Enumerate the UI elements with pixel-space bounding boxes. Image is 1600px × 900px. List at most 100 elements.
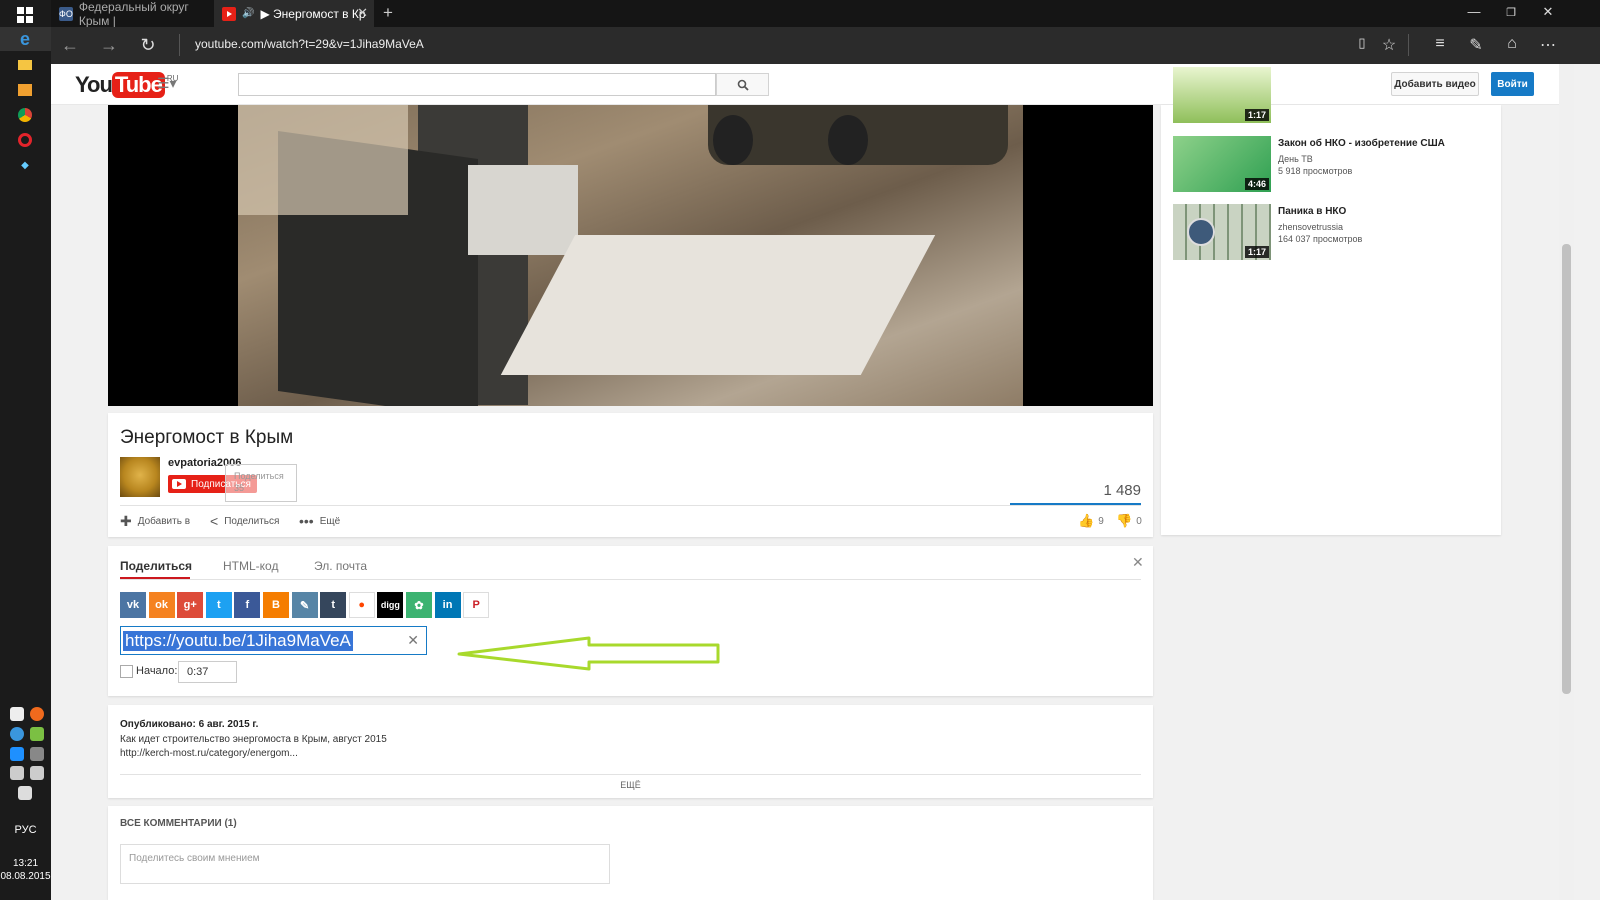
add-to-button[interactable]: ✚ Добавить в (120, 513, 190, 530)
reddit-share-button[interactable]: ● (348, 592, 375, 618)
volume-icon[interactable] (30, 766, 44, 780)
digg-share-button[interactable]: digg (377, 592, 404, 618)
login-button[interactable]: Войти (1491, 72, 1534, 96)
linkedin-share-button[interactable]: in (434, 592, 461, 618)
app-icon[interactable]: ◆ (15, 155, 35, 175)
related-video-channel[interactable]: День ТВ (1278, 154, 1313, 164)
annotation-arrow-icon (457, 636, 720, 671)
digg-icon: digg (380, 600, 400, 610)
share-icon[interactable]: ⌂ (1501, 35, 1523, 53)
edge-browser-icon[interactable]: e (15, 29, 35, 49)
hub-icon[interactable]: ≡ (1429, 35, 1451, 53)
view-count: 1 489 (1103, 482, 1141, 499)
update-icon[interactable] (30, 707, 44, 721)
description-card: Опубликовано: 6 авг. 2015 г. Как идет ст… (108, 705, 1153, 798)
more-icon[interactable]: ⋯ (1537, 35, 1559, 55)
onedrive-icon[interactable] (10, 707, 24, 721)
blogger-share-button[interactable]: B (262, 592, 289, 618)
tooltip-count: 35 (234, 483, 245, 493)
published-date: Опубликовано: 6 авг. 2015 г. (120, 719, 259, 730)
share-url-input[interactable]: https://youtu.be/1Jiha9MaVeA ✕ (120, 626, 427, 655)
minimize-icon[interactable]: — (1464, 4, 1484, 19)
share-button[interactable]: < Поделиться (210, 513, 279, 529)
web-note-icon[interactable]: ✎ (1465, 35, 1487, 55)
tab-federal-district[interactable]: ФО Федеральный округ Крым | (51, 0, 213, 28)
url-field[interactable]: youtube.com/watch?t=29&v=1Jiha9MaVeA (195, 37, 424, 51)
tab-embed[interactable]: HTML-код (223, 559, 278, 573)
display-icon[interactable] (10, 766, 24, 780)
video-duration: 1:17 (1244, 246, 1269, 258)
bluetooth-icon[interactable] (10, 747, 24, 761)
thumbs-up-icon: 👍 (1078, 513, 1095, 528)
chrome-icon[interactable] (15, 105, 35, 125)
clock-time: 13:21 (12, 858, 39, 869)
restore-icon[interactable]: ❐ (1501, 6, 1521, 19)
page-scrollbar[interactable] (1559, 64, 1574, 900)
forward-icon[interactable]: → (98, 35, 120, 56)
start-time-label: Начало: (136, 665, 178, 677)
related-video-title[interactable]: Закон об НКО - изобретение США (1278, 138, 1445, 149)
video-thumbnail[interactable]: 4:46 (1173, 136, 1271, 192)
language-indicator[interactable]: РУС (0, 824, 51, 836)
tray-app-icon[interactable] (10, 727, 24, 741)
close-share-icon[interactable]: ✕ (1132, 554, 1144, 571)
close-window-icon[interactable]: ✕ (1538, 4, 1558, 20)
tumblr-share-button[interactable]: t (320, 592, 347, 618)
tab-bar: ФО Федеральный округ Крым | 🔊 ▶ Энергомо… (51, 0, 1600, 28)
dislike-button[interactable]: 👎 0 (1116, 513, 1142, 529)
tray-app-icon-2[interactable] (30, 727, 44, 741)
related-video-item[interactable]: 1:17 (1173, 67, 1493, 123)
livejournal-share-button[interactable]: ✎ (291, 592, 318, 618)
speaker-icon[interactable]: 🔊 (242, 8, 254, 19)
vk-share-button[interactable]: vk (120, 592, 146, 618)
concrete-slab (468, 165, 578, 255)
comment-input[interactable]: Поделитесь своим мнением (120, 844, 610, 884)
scrollbar-thumb[interactable] (1562, 244, 1571, 694)
facebook-share-button[interactable]: f (234, 592, 261, 618)
more-actions-button[interactable]: ••• Ещё (299, 513, 340, 529)
related-video-item[interactable]: 4:46 Закон об НКО - изобретение США День… (1173, 136, 1493, 192)
tab-youtube-video[interactable]: 🔊 ▶ Энергомост в Кр ✕ (214, 0, 374, 27)
like-button[interactable]: 👍 9 (1078, 513, 1104, 529)
show-more-button[interactable]: ЕЩЁ (108, 780, 1153, 790)
video-duration: 1:17 (1244, 109, 1269, 121)
related-video-views: 164 037 просмотров (1278, 234, 1363, 244)
reading-view-icon[interactable]: ▯ (1351, 35, 1373, 51)
start-time-input[interactable]: 0:37 (178, 661, 237, 683)
opera-icon[interactable] (15, 130, 35, 150)
refresh-icon[interactable]: ↻ (137, 35, 159, 56)
tab-share[interactable]: Поделиться (120, 559, 192, 573)
search-input[interactable] (238, 73, 716, 96)
related-video-title[interactable]: Паника в НКО (1278, 206, 1346, 217)
twitter-share-button[interactable]: t (205, 592, 232, 618)
file-explorer-icon[interactable] (15, 55, 35, 75)
video-thumbnail[interactable]: 1:17 (1173, 204, 1271, 260)
odnoklassniki-share-button[interactable]: ok (148, 592, 175, 618)
windows-start-icon[interactable] (15, 5, 35, 25)
clock[interactable]: 13:21 08.08.2015 (0, 857, 51, 883)
start-time-checkbox[interactable] (120, 665, 133, 678)
google-plus-share-button[interactable]: g+ (177, 592, 204, 618)
video-thumbnail[interactable]: 1:17 (1173, 67, 1271, 123)
store-icon[interactable] (15, 80, 35, 100)
search-button[interactable] (716, 73, 769, 96)
livejournal-icon: ✎ (299, 599, 310, 612)
related-video-item[interactable]: 1:17 Паника в НКО zhensovetrussia 164 03… (1173, 204, 1493, 260)
related-video-channel[interactable]: zhensovetrussia (1278, 222, 1343, 232)
video-player[interactable] (108, 105, 1153, 406)
clear-icon[interactable]: ✕ (407, 632, 419, 649)
network-icon[interactable] (30, 747, 44, 761)
description-link[interactable]: http://kerch-most.ru/category/energom... (120, 748, 298, 759)
channel-avatar[interactable] (120, 457, 160, 497)
address-bar: ← → ↻ youtube.com/watch?t=29&v=1Jiha9MaV… (51, 27, 1600, 64)
guide-menu-icon[interactable]: ☰▾ (157, 75, 177, 92)
favorites-star-icon[interactable]: ☆ (1378, 35, 1400, 55)
stumbleupon-share-button[interactable]: ✿ (405, 592, 432, 618)
pinterest-share-button[interactable]: P (463, 592, 490, 618)
notifications-icon[interactable] (18, 786, 32, 800)
back-icon[interactable]: ← (59, 35, 81, 56)
tab-close-icon[interactable]: ✕ (357, 5, 368, 21)
new-tab-icon[interactable]: + (383, 3, 393, 23)
tab-email[interactable]: Эл. почта (314, 559, 367, 573)
stumbleupon-icon: ✿ (414, 599, 424, 612)
